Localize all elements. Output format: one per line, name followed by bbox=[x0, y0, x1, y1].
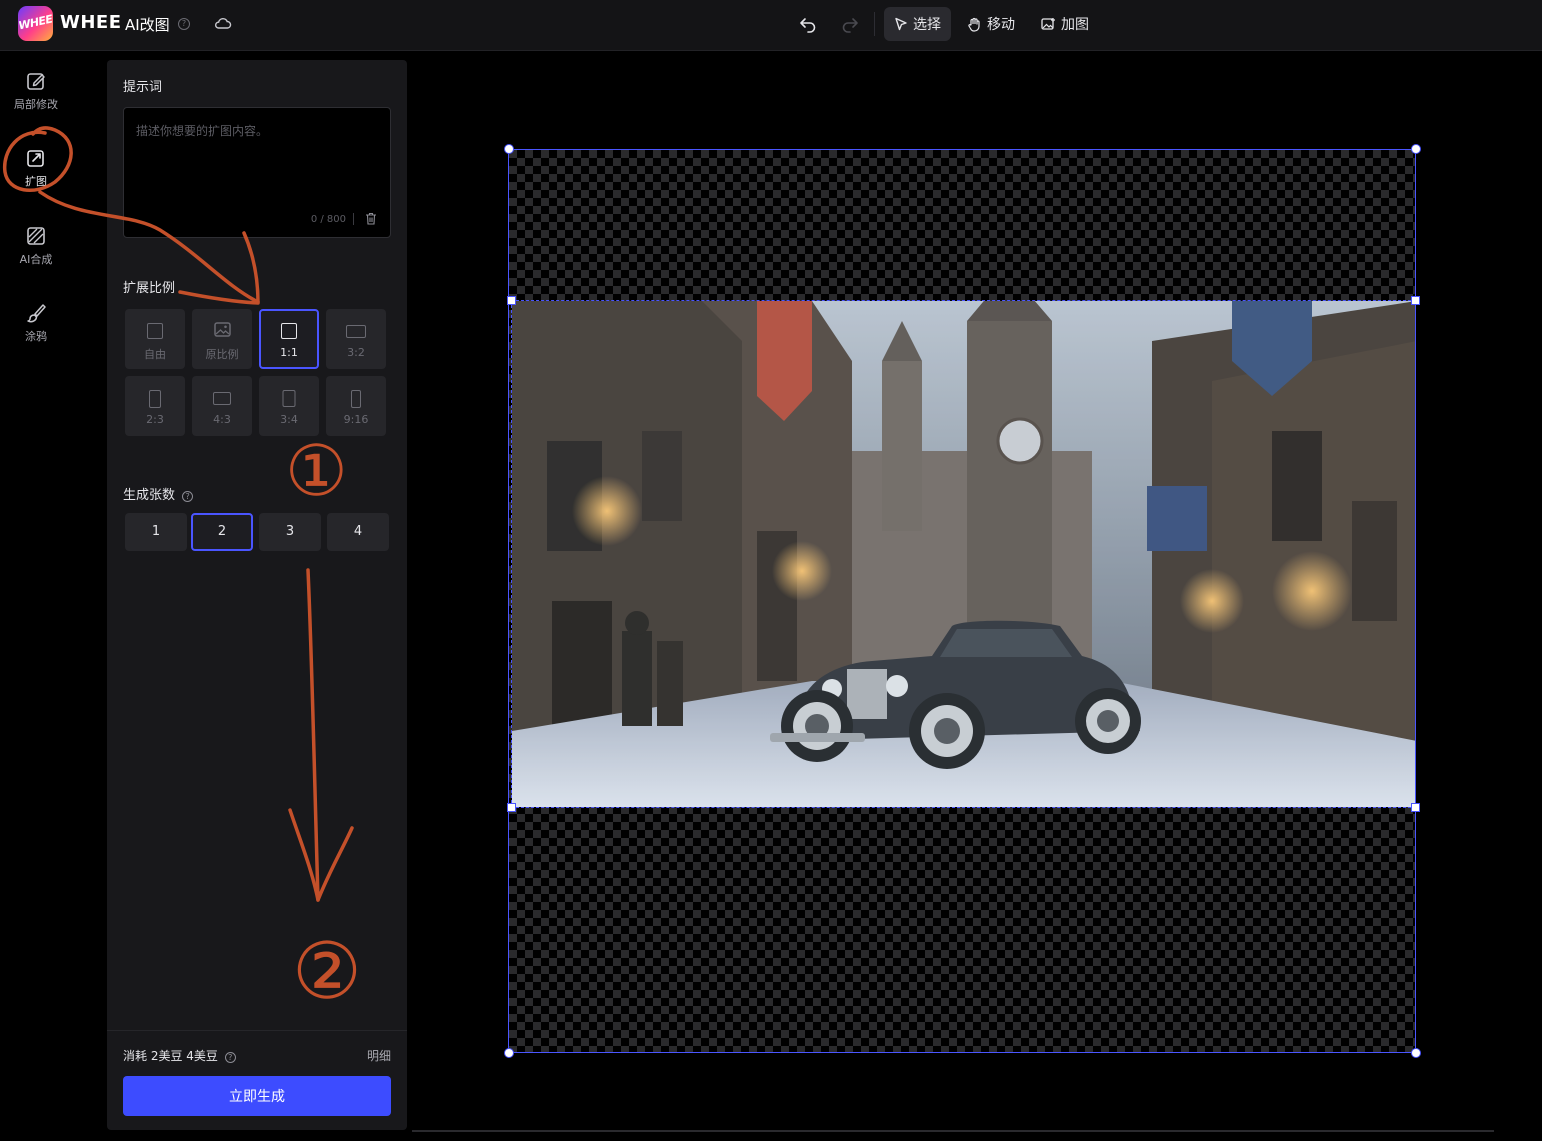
count-option-3[interactable]: 3 bbox=[259, 513, 321, 551]
count-title: 生成张数 ? bbox=[123, 484, 194, 503]
ratio-label: 3:2 bbox=[347, 346, 365, 359]
resize-handle-bottom-right[interactable] bbox=[1411, 1048, 1421, 1058]
brush-icon bbox=[27, 304, 46, 323]
winter-street-car-image bbox=[512, 301, 1415, 807]
image-icon bbox=[214, 322, 231, 337]
prompt-box: 0 / 800 bbox=[123, 107, 391, 238]
trash-icon[interactable] bbox=[365, 212, 377, 225]
cost-detail-link[interactable]: 明细 bbox=[367, 1047, 391, 1064]
ratio-option-1-1[interactable]: 1:1 bbox=[259, 309, 319, 369]
sidebar-item-doodle[interactable]: 涂鸦 bbox=[0, 302, 72, 344]
move-tool-button[interactable]: 移动 bbox=[957, 7, 1025, 41]
app-title: AI改图 bbox=[125, 16, 170, 34]
ratio-option-2-3[interactable]: 2:3 bbox=[125, 376, 185, 436]
prompt-char-counter: 0 / 800 bbox=[310, 214, 346, 225]
sidebar-item-label: 局部修改 bbox=[14, 98, 58, 111]
count-title-text: 生成张数 bbox=[123, 488, 176, 503]
edit-icon bbox=[27, 73, 45, 90]
top-bar: WHEE WHEE AI改图 ? 选择 移动 加图 bbox=[0, 0, 1542, 51]
ai-compose-icon bbox=[27, 227, 45, 245]
prompt-title: 提示词 bbox=[123, 80, 163, 95]
portrait-ratio-icon bbox=[282, 390, 296, 407]
ratio-label: 9:16 bbox=[343, 413, 369, 426]
ratio-option-3-4[interactable]: 3:4 bbox=[259, 376, 319, 436]
count-option-1[interactable]: 1 bbox=[125, 513, 187, 551]
sidebar-item-ai-compose[interactable]: AI合成 bbox=[0, 225, 72, 267]
expand-settings-panel: 提示词 0 / 800 扩展比例 自由 原比例 1:1 3:2 bbox=[107, 60, 407, 1130]
count-option-2[interactable]: 2 bbox=[191, 513, 253, 551]
image-handle-bottom-left[interactable] bbox=[507, 803, 516, 812]
ratio-option-original[interactable]: 原比例 bbox=[192, 309, 252, 369]
tool-rail: 局部修改 扩图 AI合成 涂鸦 bbox=[0, 52, 72, 1141]
ratio-label: 原比例 bbox=[205, 348, 239, 361]
source-image[interactable] bbox=[511, 300, 1416, 808]
count-option-4[interactable]: 4 bbox=[327, 513, 389, 551]
square-ratio-icon bbox=[281, 323, 297, 339]
portrait-ratio-icon bbox=[351, 390, 361, 408]
prompt-input[interactable] bbox=[136, 122, 380, 202]
cursor-icon bbox=[895, 17, 907, 31]
portrait-ratio-icon bbox=[149, 390, 161, 408]
sidebar-item-label: AI合成 bbox=[19, 253, 53, 266]
app-logo[interactable]: WHEE bbox=[18, 6, 53, 41]
toolbar-divider bbox=[874, 12, 875, 36]
cost-text: 消耗 2美豆 4美豆 bbox=[123, 1049, 218, 1063]
landscape-ratio-icon bbox=[346, 325, 366, 338]
free-ratio-icon bbox=[147, 323, 163, 339]
ratio-label: 1:1 bbox=[280, 346, 298, 359]
horizontal-scrollbar[interactable] bbox=[412, 1130, 1494, 1132]
redo-icon[interactable] bbox=[840, 14, 860, 34]
cost-info: 消耗 2美豆 4美豆 ? bbox=[123, 1047, 236, 1064]
resize-handle-top-right[interactable] bbox=[1411, 144, 1421, 154]
ratio-option-free[interactable]: 自由 bbox=[125, 309, 185, 369]
cloud-icon[interactable] bbox=[214, 16, 232, 30]
logo-text: WHEE bbox=[18, 12, 53, 33]
select-tool-button[interactable]: 选择 bbox=[884, 7, 951, 41]
select-tool-label: 选择 bbox=[913, 17, 941, 33]
brand-name: WHEE bbox=[60, 12, 122, 33]
ratio-title: 扩展比例 bbox=[123, 281, 176, 296]
image-handle-top-left[interactable] bbox=[507, 296, 516, 305]
resize-handle-bottom-left[interactable] bbox=[504, 1048, 514, 1058]
info-icon[interactable]: ? bbox=[224, 1052, 236, 1063]
ratio-label: 3:4 bbox=[280, 413, 298, 426]
add-image-button[interactable]: 加图 bbox=[1031, 7, 1099, 41]
image-handle-bottom-right[interactable] bbox=[1411, 803, 1420, 812]
ratio-label: 2:3 bbox=[146, 413, 164, 426]
undo-icon[interactable] bbox=[798, 14, 818, 34]
ratio-label: 自由 bbox=[144, 348, 166, 361]
sidebar-item-expand[interactable]: 扩图 bbox=[0, 147, 72, 189]
landscape-ratio-icon bbox=[213, 392, 231, 405]
generate-button[interactable]: 立即生成 bbox=[123, 1076, 391, 1116]
counter-divider bbox=[353, 213, 354, 225]
ratio-option-9-16[interactable]: 9:16 bbox=[326, 376, 386, 436]
help-icon[interactable]: ? bbox=[182, 491, 194, 502]
resize-handle-top-left[interactable] bbox=[504, 144, 514, 154]
add-image-icon bbox=[1041, 18, 1055, 30]
sidebar-item-label: 涂鸦 bbox=[25, 330, 47, 343]
move-tool-label: 移动 bbox=[987, 17, 1015, 33]
ratio-label: 4:3 bbox=[213, 413, 231, 426]
sidebar-item-label: 扩图 bbox=[25, 175, 47, 188]
panel-footer: 消耗 2美豆 4美豆 ? 明细 立即生成 bbox=[107, 1030, 407, 1130]
ratio-option-3-2[interactable]: 3:2 bbox=[326, 309, 386, 369]
add-image-label: 加图 bbox=[1061, 17, 1089, 33]
help-icon[interactable]: ? bbox=[178, 18, 190, 30]
expand-icon bbox=[27, 150, 44, 167]
image-handle-top-right[interactable] bbox=[1411, 296, 1420, 305]
hand-icon bbox=[968, 17, 980, 32]
ratio-option-4-3[interactable]: 4:3 bbox=[192, 376, 252, 436]
sidebar-item-local-edit[interactable]: 局部修改 bbox=[0, 70, 72, 112]
